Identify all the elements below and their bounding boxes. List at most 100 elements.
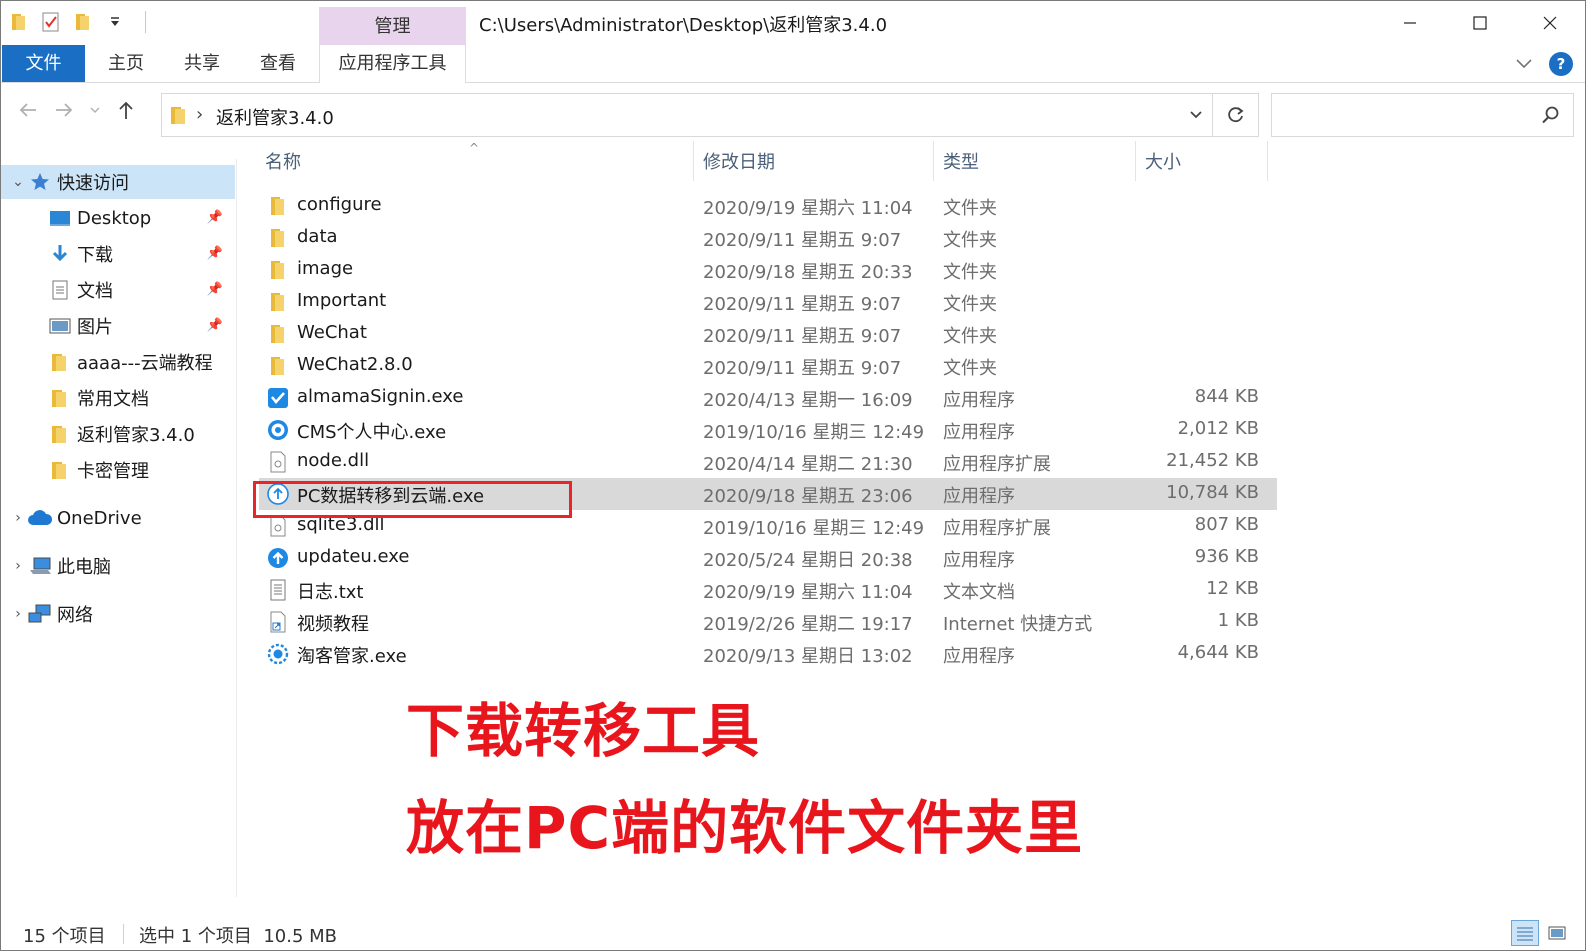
table-row[interactable]: almamaSignin.exe 2020/4/13 星期一 16:09 应用程… xyxy=(259,382,1277,414)
recent-locations-icon[interactable] xyxy=(89,105,101,115)
column-divider[interactable] xyxy=(933,141,934,181)
expand-icon[interactable]: › xyxy=(9,510,27,526)
details-view-button[interactable] xyxy=(1511,920,1539,946)
address-bar[interactable]: › 返利管家3.4.0 xyxy=(161,93,1259,137)
file-size: 936 KB xyxy=(1194,546,1259,567)
table-row[interactable]: CMS个人中心.exe 2019/10/16 星期三 12:49 应用程序 2,… xyxy=(259,414,1277,446)
address-dropdown-icon[interactable] xyxy=(1188,104,1204,130)
pin-icon[interactable]: 📌 xyxy=(207,282,223,297)
table-row[interactable]: updateu.exe 2020/5/24 星期日 20:38 应用程序 936… xyxy=(259,542,1277,574)
table-row[interactable]: 淘客管家.exe 2020/9/13 星期日 13:02 应用程序 4,644 … xyxy=(259,638,1277,670)
file-type: 应用程序扩展 xyxy=(943,454,1051,475)
sidebar-item-desktop[interactable]: Desktop 📌 xyxy=(23,201,235,235)
breadcrumb-chevron-icon[interactable]: › xyxy=(196,104,203,125)
maximize-button[interactable] xyxy=(1445,1,1515,45)
large-icons-view-button[interactable] xyxy=(1543,920,1571,946)
sidebar-item-network[interactable]: › 网络 xyxy=(1,597,235,631)
up-arrow-icon[interactable] xyxy=(115,99,137,121)
file-date: 2020/9/18 星期五 23:06 xyxy=(703,486,913,507)
annotation-text-line-2: 放在PC端的软件文件夹里 xyxy=(406,794,1084,862)
context-tab-group-label: 管理 xyxy=(319,7,466,45)
new-folder-icon[interactable] xyxy=(73,11,93,33)
sidebar-item-aaaa-cloud-tutorial[interactable]: aaaa---云端教程 xyxy=(23,345,235,379)
navigation-pane: ⌄ 快速访问 Desktop 📌 下载 📌 文档 📌 图片 📌 aaaa---云… xyxy=(1,159,237,897)
file-date: 2020/9/11 星期五 9:07 xyxy=(703,326,902,347)
file-name: CMS个人中心.exe xyxy=(297,422,447,443)
column-divider[interactable] xyxy=(1135,141,1136,181)
file-name: configure xyxy=(297,194,382,215)
file-type: 应用程序 xyxy=(943,486,1015,507)
refresh-button[interactable] xyxy=(1212,94,1258,136)
sidebar-item-label: 此电脑 xyxy=(57,557,111,578)
qat-separator xyxy=(145,11,146,33)
tab-view[interactable]: 查看 xyxy=(247,45,309,82)
file-name: WeChat2.8.0 xyxy=(297,354,413,375)
folder-icon xyxy=(47,459,73,481)
sidebar-item-quick-access[interactable]: ⌄ 快速访问 xyxy=(1,165,235,199)
tab-file[interactable]: 文件 xyxy=(2,45,85,82)
column-divider[interactable] xyxy=(693,141,694,181)
sidebar-item-pictures[interactable]: 图片 📌 xyxy=(23,309,235,343)
sidebar-item-documents[interactable]: 文档 📌 xyxy=(23,273,235,307)
pin-icon[interactable]: 📌 xyxy=(207,318,223,333)
expand-icon[interactable]: › xyxy=(9,558,27,574)
table-row[interactable]: data 2020/9/11 星期五 9:07 文件夹 xyxy=(259,222,1277,254)
expand-ribbon-icon[interactable] xyxy=(1515,58,1533,70)
file-type: 文件夹 xyxy=(943,294,997,315)
sidebar-item-label: OneDrive xyxy=(57,507,142,529)
column-header-size[interactable]: 大小 xyxy=(1145,141,1265,185)
sidebar-item-downloads[interactable]: 下载 📌 xyxy=(23,237,235,271)
column-header-date[interactable]: 修改日期 xyxy=(703,141,933,185)
back-arrow-icon[interactable] xyxy=(17,99,39,121)
dll-icon xyxy=(267,451,289,473)
pin-icon[interactable]: 📌 xyxy=(207,210,223,225)
minimize-button[interactable] xyxy=(1375,1,1445,45)
dll-icon xyxy=(267,515,289,537)
file-name: WeChat xyxy=(297,322,367,343)
sidebar-item-fanli-manager[interactable]: 返利管家3.4.0 xyxy=(23,417,235,451)
help-icon[interactable]: ? xyxy=(1549,52,1573,76)
file-date: 2019/2/26 星期二 19:17 xyxy=(703,614,913,635)
collapse-icon[interactable]: ⌄ xyxy=(9,174,27,190)
table-row[interactable]: WeChat 2020/9/11 星期五 9:07 文件夹 xyxy=(259,318,1277,350)
breadcrumb-current[interactable]: 返利管家3.4.0 xyxy=(216,104,334,130)
search-icon[interactable] xyxy=(1541,105,1561,129)
table-row[interactable]: configure 2020/9/19 星期六 11:04 文件夹 xyxy=(259,190,1277,222)
pin-icon[interactable]: 📌 xyxy=(207,246,223,261)
tab-share[interactable]: 共享 xyxy=(171,45,233,82)
table-row[interactable]: 视频教程 2019/2/26 星期二 19:17 Internet 快捷方式 1… xyxy=(259,606,1277,638)
folder-icon xyxy=(170,104,188,130)
column-divider[interactable] xyxy=(1267,141,1268,181)
customize-qat-icon[interactable] xyxy=(105,11,125,33)
file-date: 2020/5/24 星期日 20:38 xyxy=(703,550,913,571)
text-file-icon xyxy=(267,579,289,601)
properties-icon[interactable] xyxy=(41,11,61,33)
title-bar: 管理 C:\Users\Administrator\Desktop\返利管家3.… xyxy=(1,1,1585,45)
sidebar-item-this-pc[interactable]: › 此电脑 xyxy=(1,549,235,583)
tab-application-tools[interactable]: 应用程序工具 xyxy=(319,45,466,83)
sidebar-item-card-manager[interactable]: 卡密管理 xyxy=(23,453,235,487)
tab-home[interactable]: 主页 xyxy=(95,45,157,82)
close-button[interactable] xyxy=(1515,1,1585,45)
column-header-type[interactable]: 类型 xyxy=(943,141,1133,185)
table-row[interactable]: node.dll 2020/4/14 星期二 21:30 应用程序扩展 21,4… xyxy=(259,446,1277,478)
download-icon xyxy=(47,243,73,265)
app-gear-icon xyxy=(267,643,289,665)
search-box[interactable] xyxy=(1271,93,1574,137)
desktop-icon xyxy=(47,209,73,227)
file-name: 日志.txt xyxy=(297,582,364,603)
sidebar-item-onedrive[interactable]: › OneDrive xyxy=(1,501,235,535)
sidebar-item-label: 图片 xyxy=(77,317,113,338)
table-row[interactable]: Important 2020/9/11 星期五 9:07 文件夹 xyxy=(259,286,1277,318)
sidebar-item-label: 卡密管理 xyxy=(77,461,149,482)
table-row[interactable]: image 2020/9/18 星期五 20:33 文件夹 xyxy=(259,254,1277,286)
table-row[interactable]: WeChat2.8.0 2020/9/11 星期五 9:07 文件夹 xyxy=(259,350,1277,382)
column-header-name[interactable]: 名称 xyxy=(265,141,685,185)
status-divider xyxy=(123,924,124,944)
forward-arrow-icon[interactable] xyxy=(53,99,75,121)
search-input[interactable] xyxy=(1280,94,1530,134)
table-row[interactable]: 日志.txt 2020/9/19 星期六 11:04 文本文档 12 KB xyxy=(259,574,1277,606)
expand-icon[interactable]: › xyxy=(9,606,27,622)
sidebar-item-common-docs[interactable]: 常用文档 xyxy=(23,381,235,415)
file-name: node.dll xyxy=(297,450,370,471)
